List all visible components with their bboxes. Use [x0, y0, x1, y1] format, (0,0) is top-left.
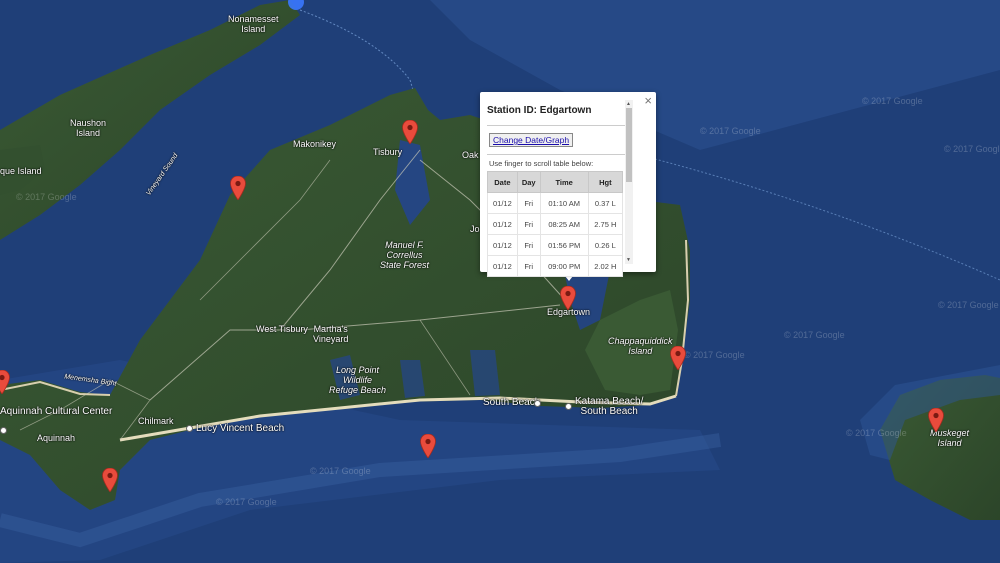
pin-dot: [565, 290, 571, 297]
label-naushon: Naushon Island: [70, 118, 107, 138]
scroll-down-icon[interactable]: ▼: [626, 257, 631, 263]
pin-dot: [107, 472, 113, 479]
watermark: © 2017 Google: [846, 428, 907, 438]
watermark: © 2017 Google: [784, 330, 845, 340]
pin-shape: [230, 176, 246, 200]
pin-shape: [0, 370, 10, 394]
label-west-tisbury: West Tisbury: [256, 324, 308, 334]
station-marker[interactable]: [0, 370, 10, 394]
watermark: © 2017 Google: [944, 144, 1000, 154]
label-oak: Oak: [462, 150, 479, 160]
table-row: 01/12 Fri 01:56 PM 0.26 L: [487, 234, 624, 256]
cell-day: Fri: [516, 213, 541, 235]
label-marthas: Martha's Vineyard: [313, 324, 349, 344]
label-long-point: Long Point Wildlife Refuge Beach: [329, 365, 387, 395]
label-makonikey: Makonikey: [293, 139, 337, 149]
watermark: © 2017 Google: [216, 497, 277, 507]
poi-dot[interactable]: [0, 427, 7, 434]
cell-hgt: 0.37 L: [587, 192, 624, 214]
pin-dot: [675, 350, 681, 357]
watermark: © 2017 Google: [16, 192, 77, 202]
column-header-date: Date: [487, 171, 518, 193]
station-title: Station ID: Edgartown: [487, 105, 592, 116]
station-marker[interactable]: [230, 176, 246, 200]
pin-dot: [407, 124, 413, 131]
station-marker[interactable]: [102, 468, 118, 492]
label-nonamesset: Nonamesset Island: [228, 14, 279, 34]
cell-hgt: 2.75 H: [587, 213, 624, 235]
popup-content: Station ID: Edgartown Change Date/Graph …: [487, 100, 625, 277]
label-chilmark: Chilmark: [138, 416, 174, 426]
cell-day: Fri: [516, 192, 541, 214]
table-row: 01/12 Fri 01:10 AM 0.37 L: [487, 192, 624, 214]
column-header-day: Day: [516, 171, 541, 193]
station-marker[interactable]: [402, 120, 418, 144]
scroll-hint: Use finger to scroll table below:: [489, 159, 594, 168]
label-south-beach: South Beach: [483, 397, 541, 408]
scrollbar[interactable]: ▲ ▼: [625, 100, 633, 264]
change-date-graph-button[interactable]: Change Date/Graph: [489, 133, 574, 147]
pin-shape: [102, 468, 118, 492]
cell-day: Fri: [516, 234, 541, 256]
label-chappaquiddick: Chappaquiddick Island: [608, 336, 673, 356]
cell-hgt: 0.26 L: [587, 234, 624, 256]
pin-shape: [402, 120, 418, 144]
column-header-hgt: Hgt: [587, 171, 624, 193]
table-row: 01/12 Fri 09:00 PM 2.02 H: [487, 255, 624, 277]
watermark: © 2017 Google: [700, 126, 761, 136]
label-lucy: Lucy Vincent Beach: [196, 423, 285, 434]
scroll-up-icon[interactable]: ▲: [626, 101, 631, 107]
pin-shape: [670, 346, 686, 370]
station-marker-edgartown[interactable]: [560, 286, 576, 310]
label-aquinnah: Aquinnah: [37, 433, 76, 443]
pin-shape: [560, 286, 576, 310]
poi-dot[interactable]: [565, 403, 572, 410]
satellite-map[interactable]: [0, 0, 1000, 563]
cell-time: 01:56 PM: [539, 234, 589, 256]
cell-date: 01/12: [487, 192, 518, 214]
label-katama: Katama Beach/South Beach: [575, 396, 644, 417]
cell-date: 01/12: [487, 213, 518, 235]
close-icon[interactable]: ×: [644, 94, 652, 108]
label-tisbury: Tisbury: [373, 147, 403, 157]
watermark: © 2017 Google: [310, 466, 371, 476]
pond: [470, 350, 500, 396]
pin-dot: [235, 180, 241, 187]
watermark: © 2017 Google: [862, 96, 923, 106]
pin-dot: [933, 412, 939, 419]
label-manuel: Manuel F. Correllus State Forest: [380, 240, 430, 270]
poi-dot[interactable]: [534, 400, 541, 407]
cell-hgt: 2.02 H: [587, 255, 624, 277]
column-header-time: Time: [539, 171, 589, 193]
divider: [487, 125, 625, 126]
watermark: © 2017 Google: [938, 300, 999, 310]
cell-time: 08:25 AM: [539, 213, 589, 235]
label-aquinnah-cc: Aquinnah Cultural Center: [0, 406, 113, 417]
pin-dot: [425, 438, 431, 445]
station-marker[interactable]: [420, 434, 436, 458]
pin-shape: [928, 408, 944, 432]
label-pasque: que Island: [0, 166, 42, 176]
divider: [487, 154, 625, 155]
cell-date: 01/12: [487, 234, 518, 256]
station-marker[interactable]: [670, 346, 686, 370]
tide-table[interactable]: Date Day Time Hgt 01/12 Fri 01:10 AM 0.3…: [487, 171, 624, 277]
cell-date: 01/12: [487, 255, 518, 277]
station-info-window: × Station ID: Edgartown Change Date/Grap…: [480, 92, 656, 277]
cell-day: Fri: [516, 255, 541, 277]
cell-time: 01:10 AM: [539, 192, 589, 214]
watermark: © 2017 Google: [684, 350, 745, 360]
scroll-thumb[interactable]: [626, 108, 632, 182]
pin-shape: [420, 434, 436, 458]
label-jo: Jo: [470, 224, 480, 234]
station-marker[interactable]: [928, 408, 944, 432]
poi-dot[interactable]: [186, 425, 193, 432]
table-row: 01/12 Fri 08:25 AM 2.75 H: [487, 213, 624, 235]
cell-time: 09:00 PM: [539, 255, 589, 277]
table-header-row: Date Day Time Hgt: [487, 171, 624, 193]
